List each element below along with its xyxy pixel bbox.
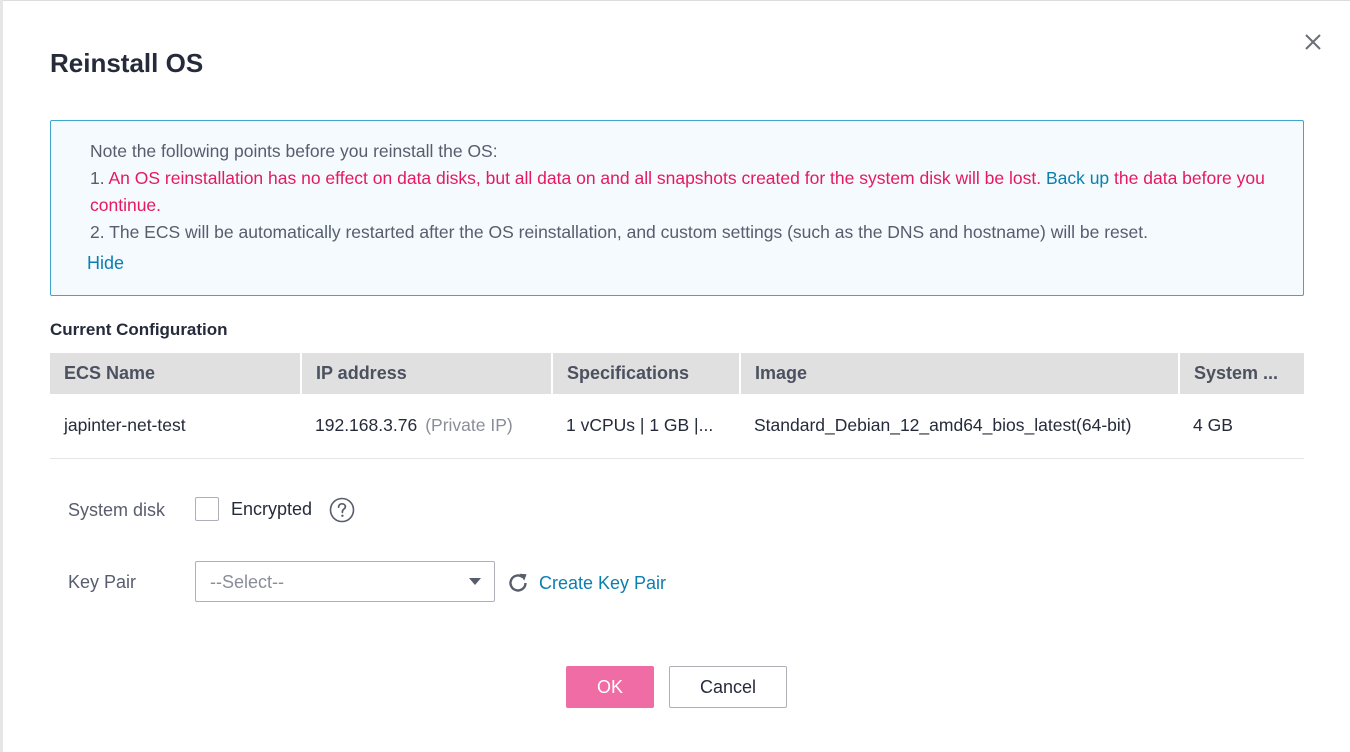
reinstall-os-dialog: Reinstall OS Note the following points b… [3,0,1350,752]
back-up-link[interactable]: Back up [1046,168,1109,188]
notice-point-1: 1. An OS reinstallation has no effect on… [90,165,1280,219]
column-header-image: Image [740,353,1180,394]
reinstall-notice: Note the following points before you rei… [50,120,1304,296]
ok-button[interactable]: OK [566,666,654,708]
table-row: japinter-net-test 192.168.3.76 (Private I… [50,394,1304,459]
dialog-title: Reinstall OS [50,48,204,78]
chevron-down-icon [469,578,481,585]
encrypted-checkbox[interactable] [195,497,219,521]
ip-value: 192.168.3.76 [315,415,418,436]
ip-address-cell: 192.168.3.76 (Private IP) [301,394,552,459]
system-disk-label: System disk [68,500,166,520]
image-cell: Standard_Debian_12_amd64_bios_latest(64-… [740,394,1179,459]
hide-notice-link[interactable]: Hide [87,253,124,274]
configuration-table: ECS Name IP address Specifications Image… [50,353,1304,459]
key-pair-selected-value: --Select-- [210,572,285,592]
notice-point-1-warning: An OS reinstallation has no effect on da… [108,168,1042,188]
column-header-ip-address: IP address [301,353,553,394]
column-header-system-disk: System ... [1179,353,1304,394]
ip-type: (Private IP) [425,415,513,436]
close-icon[interactable] [1301,30,1325,54]
column-header-ecs-name: ECS Name [50,353,302,394]
notice-point-2: 2. The ECS will be automatically restart… [90,222,1148,242]
key-pair-label: Key Pair [68,572,137,592]
current-configuration-heading: Current Configuration [50,320,228,339]
key-pair-select[interactable]: --Select-- [195,561,495,602]
encrypted-label[interactable]: Encrypted [231,499,312,520]
column-header-specifications: Specifications [552,353,741,394]
specifications-cell: 1 vCPUs | 1 GB |... [552,394,740,459]
notice-point-1-number: 1. [90,168,109,188]
refresh-icon[interactable] [506,571,530,595]
notice-intro: Note the following points before you rei… [90,141,498,161]
cancel-button[interactable]: Cancel [669,666,787,708]
ecs-name-cell: japinter-net-test [50,394,301,459]
table-header-row: ECS Name IP address Specifications Image… [50,353,1304,394]
create-key-pair-link[interactable]: Create Key Pair [539,573,666,594]
system-disk-cell: 4 GB [1179,394,1304,459]
question-circle-icon[interactable] [329,497,355,523]
